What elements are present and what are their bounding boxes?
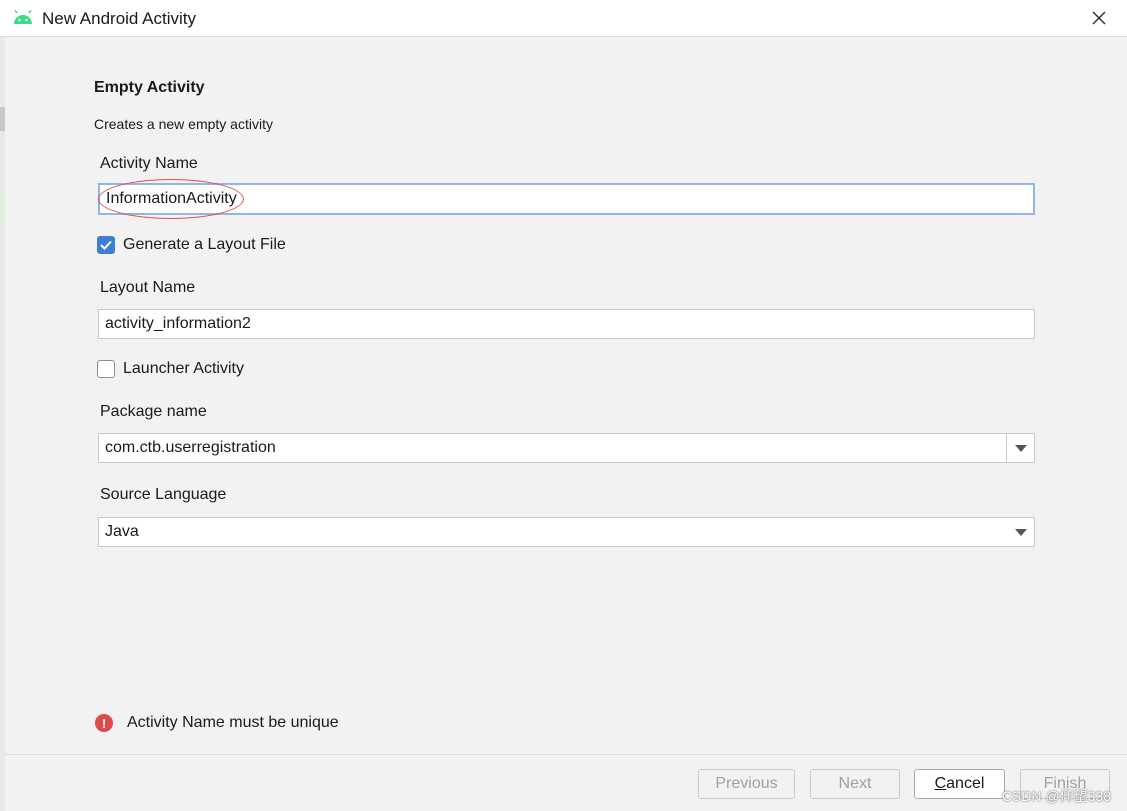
source-language-value: Java [105,523,139,540]
edge-mark [0,107,5,131]
package-name-combobox[interactable]: com.ctb.userregistration [98,433,1035,463]
checkmark-icon [100,240,112,250]
source-language-label: Source Language [100,486,227,503]
watermark: CSDN @仰望338 [1001,788,1111,804]
chevron-down-icon [1015,445,1027,452]
cancel-button[interactable]: Cancel [914,769,1005,799]
error-message: Activity Name must be unique [127,714,339,731]
activity-name-label: Activity Name [100,155,198,172]
next-button-label: Next [838,775,872,792]
activity-name-input[interactable] [98,183,1035,215]
generate-layout-checkbox[interactable] [97,236,115,254]
launcher-activity-label: Launcher Activity [123,360,244,377]
generate-layout-label: Generate a Layout File [123,236,286,253]
edge-mark [0,187,5,227]
previous-button-label: Previous [715,775,778,792]
cancel-label-rest: ancel [946,775,985,792]
validation-error: ! Activity Name must be unique [95,714,339,732]
android-icon [14,10,32,24]
launcher-activity-checkbox-row[interactable]: Launcher Activity [97,360,244,378]
next-button[interactable]: Next [810,769,900,799]
close-icon[interactable] [1087,6,1111,30]
window-title: New Android Activity [42,9,197,28]
launcher-activity-checkbox[interactable] [97,360,115,378]
layout-name-label: Layout Name [100,279,196,296]
page-subtitle: Creates a new empty activity [94,116,273,132]
package-name-value: com.ctb.userregistration [105,439,276,456]
cancel-mnemonic: C [934,775,947,792]
layout-name-input[interactable] [98,309,1035,339]
package-name-label: Package name [100,403,207,420]
package-name-dropdown-button[interactable] [1006,434,1034,462]
title-bar: New Android Activity [0,0,1127,37]
chevron-down-icon [1015,529,1027,536]
generate-layout-checkbox-row[interactable]: Generate a Layout File [97,236,286,254]
error-icon: ! [95,714,113,732]
previous-button[interactable]: Previous [698,769,795,799]
cancel-button-label: Cancel [935,775,985,793]
background-window-edge [0,37,5,811]
source-language-dropdown-button[interactable] [1007,518,1034,546]
footer-divider [5,754,1127,755]
source-language-select[interactable]: Java [98,517,1035,547]
page-title: Empty Activity [94,79,205,96]
